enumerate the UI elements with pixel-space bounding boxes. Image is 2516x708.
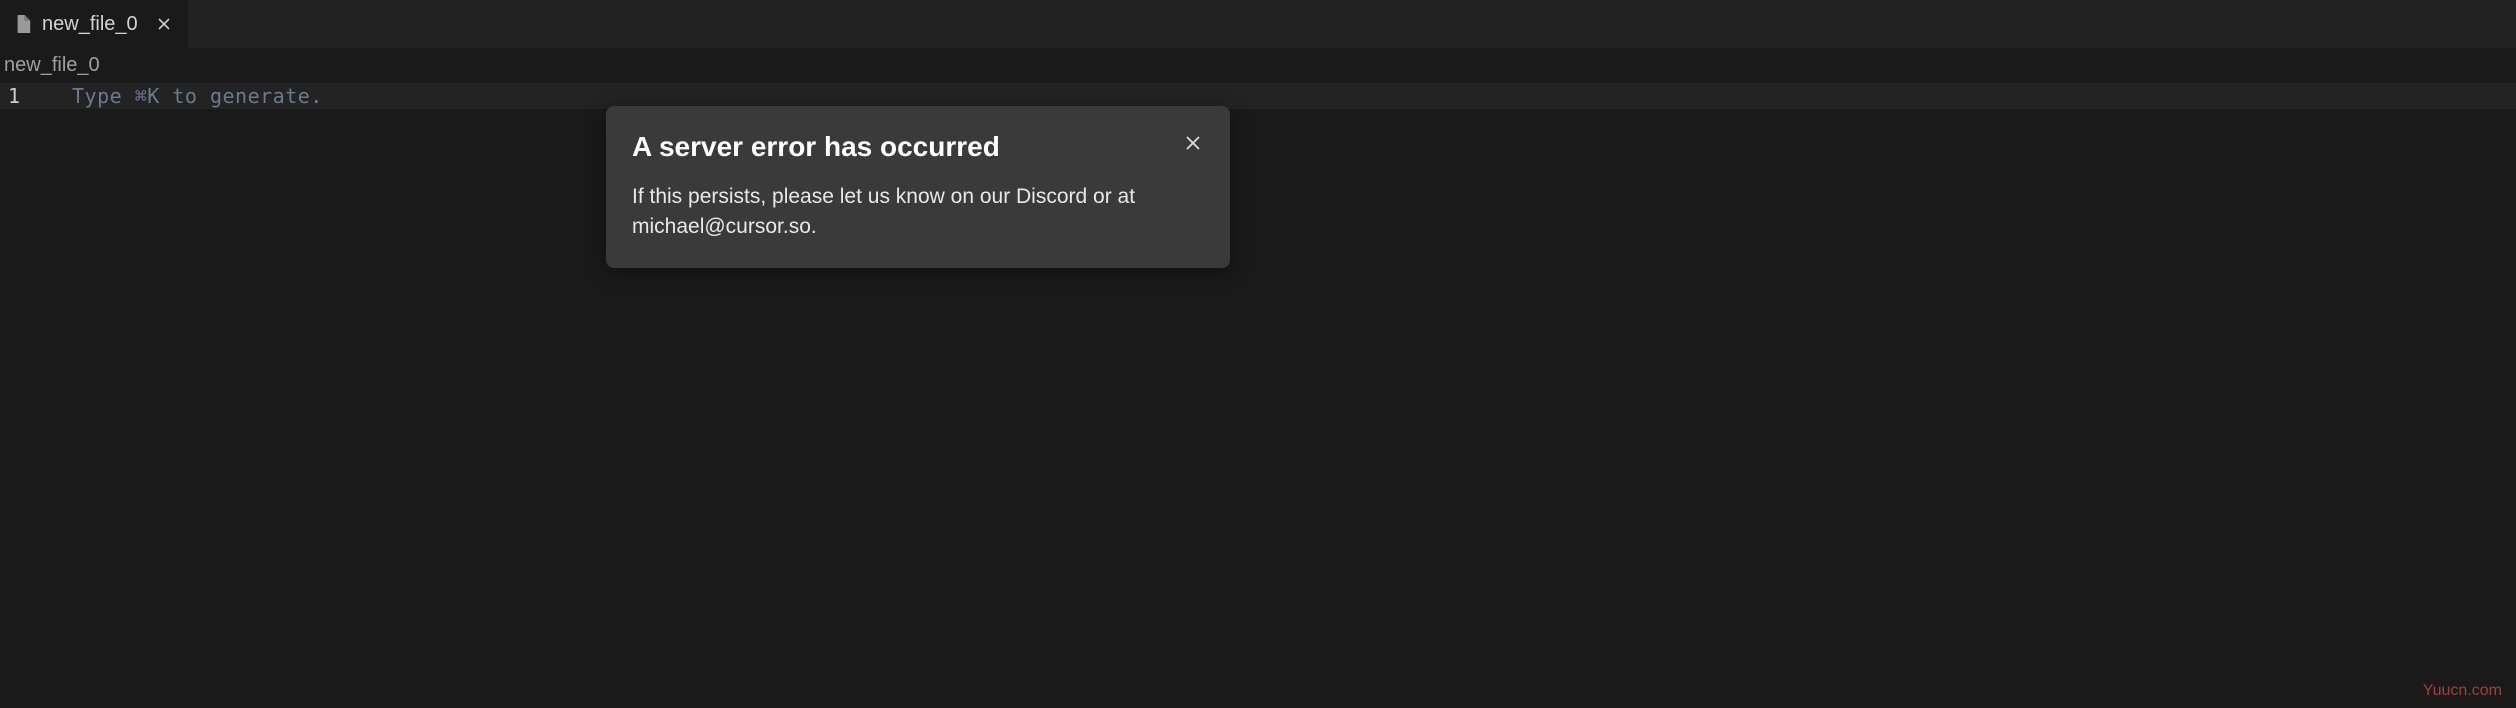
editor-line: 1 Type ⌘K to generate. — [0, 83, 2516, 109]
tab-close-button[interactable] — [154, 14, 174, 34]
breadcrumb-path: new_file_0 — [4, 54, 100, 76]
line-number: 1 — [0, 83, 60, 109]
tab-bar: new_file_0 — [0, 0, 2516, 48]
tab-label: new_file_0 — [42, 13, 138, 36]
dialog-body: If this persists, please let us know on … — [632, 182, 1204, 243]
watermark: Yuucn.com — [2423, 682, 2502, 700]
breadcrumb[interactable]: new_file_0 — [0, 48, 2516, 83]
file-icon — [14, 14, 32, 34]
editor-placeholder: Type ⌘K to generate. — [60, 83, 323, 109]
dialog-title: A server error has occurred — [632, 130, 1000, 164]
dialog-header: A server error has occurred — [632, 130, 1204, 164]
editor[interactable]: 1 Type ⌘K to generate. — [0, 83, 2516, 109]
dialog-close-button[interactable] — [1182, 132, 1204, 154]
error-dialog: A server error has occurred If this pers… — [606, 106, 1230, 268]
tab-new-file-0[interactable]: new_file_0 — [0, 0, 188, 48]
